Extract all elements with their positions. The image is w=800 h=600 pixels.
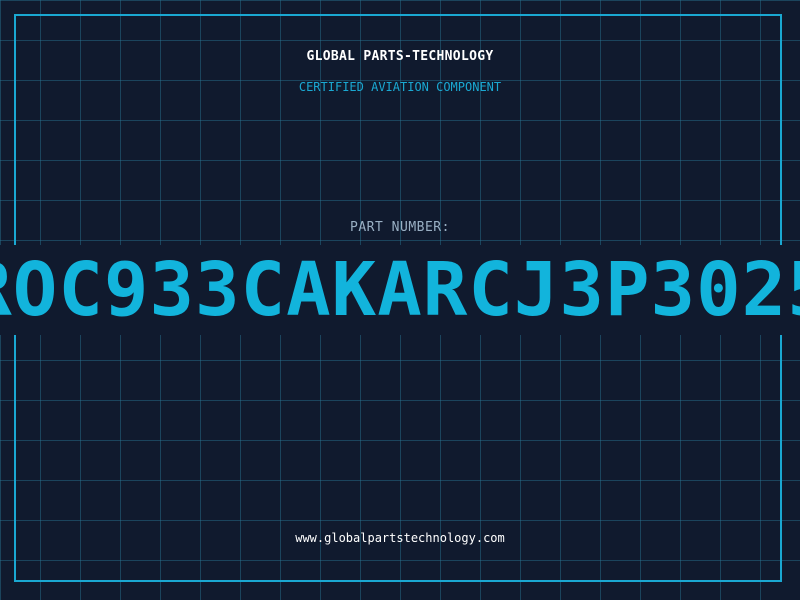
website-url: www.globalpartstechnology.com: [295, 531, 505, 545]
certification-tagline: CERTIFIED AVIATION COMPONENT: [298, 80, 502, 94]
part-number-label: PART NUMBER:: [350, 220, 450, 235]
company-name: GLOBAL PARTS-TECHNOLOGY: [306, 49, 494, 64]
part-number-band: ROC933CAKARCJ3P3025: [0, 245, 800, 335]
part-number-value: ROC933CAKARCJ3P3025: [0, 247, 800, 333]
